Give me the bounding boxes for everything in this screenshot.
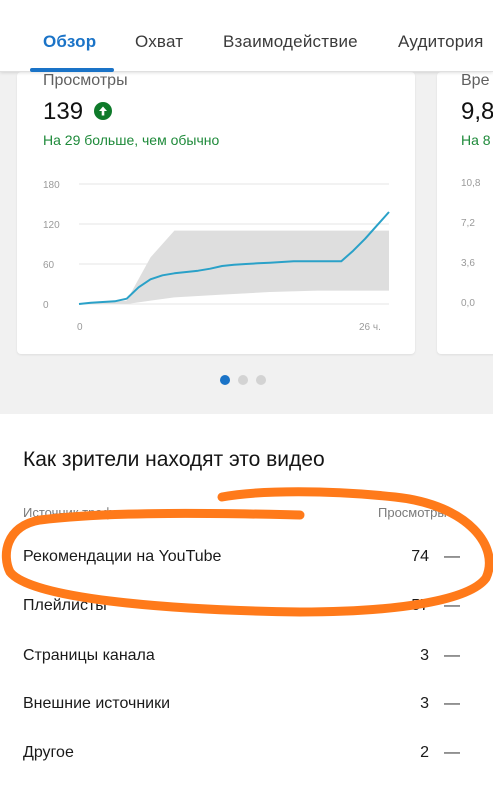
carousel-dot-active[interactable] bbox=[220, 375, 230, 385]
tab-reach[interactable]: Охват bbox=[135, 32, 183, 52]
traffic-source-value: 74 bbox=[411, 548, 429, 565]
traffic-source-value: 57 bbox=[411, 597, 429, 614]
watch-time-card[interactable]: Вре 9,8 На 8 10,8 7,2 3,6 0,0 bbox=[437, 72, 493, 354]
watch-time-tick: 10,8 bbox=[461, 178, 481, 189]
tab-bar: Обзор Охват Взаимодействие Аудитория bbox=[0, 0, 493, 72]
y-tick-label: 180 bbox=[43, 180, 60, 191]
views-card[interactable]: Просмотры 139 На 29 больше, чем обычно 1… bbox=[17, 72, 415, 354]
watch-time-note: На 8 bbox=[461, 132, 491, 148]
watch-time-title: Вре bbox=[461, 72, 490, 89]
watch-time-tick: 7,2 bbox=[461, 218, 475, 229]
traffic-source-label: Страницы канала bbox=[23, 647, 155, 664]
traffic-source-label: Другое bbox=[23, 744, 74, 761]
traffic-source-label: Плейлисты bbox=[23, 597, 107, 614]
column-header-views: Просмотры bbox=[378, 505, 447, 520]
traffic-row[interactable]: Другое 2 — bbox=[0, 736, 493, 776]
traffic-source-value: 2 bbox=[420, 744, 429, 761]
y-tick-label: 120 bbox=[43, 220, 60, 231]
trend-dash: — bbox=[444, 695, 460, 712]
tab-overview[interactable]: Обзор bbox=[43, 32, 96, 52]
trend-dash: — bbox=[444, 744, 460, 761]
x-tick-label: 0 bbox=[77, 322, 83, 333]
watch-time-value: 9,8 bbox=[461, 98, 493, 125]
traffic-row[interactable]: Плейлисты 57 — bbox=[0, 589, 493, 629]
section-title: Как зрители находят это видео bbox=[23, 448, 325, 471]
views-title: Просмотры bbox=[43, 72, 128, 89]
traffic-sources-section: Как зрители находят это видео Источник т… bbox=[0, 414, 493, 800]
trend-dash: — bbox=[444, 597, 460, 614]
y-tick-label: 60 bbox=[43, 260, 55, 271]
traffic-row[interactable]: Страницы канала 3 — bbox=[0, 639, 493, 679]
x-tick-label: 26 ч. bbox=[359, 322, 381, 333]
arrow-up-circle-icon bbox=[94, 102, 112, 120]
traffic-source-label: Внешние источники bbox=[23, 695, 171, 712]
metrics-carousel[interactable]: Просмотры 139 На 29 больше, чем обычно 1… bbox=[0, 72, 493, 414]
views-comparison-note: На 29 больше, чем обычно bbox=[43, 132, 220, 148]
y-tick-label: 0 bbox=[43, 300, 49, 311]
typical-range-band bbox=[79, 230, 389, 304]
watch-time-tick: 0,0 bbox=[461, 298, 475, 309]
views-chart: 180 120 60 0 0 26 ч. bbox=[43, 180, 390, 333]
traffic-row[interactable]: Рекомендации на YouTube 74 — bbox=[0, 540, 493, 580]
carousel-dot[interactable] bbox=[256, 375, 266, 385]
watch-time-tick: 3,6 bbox=[461, 258, 475, 269]
carousel-pagination bbox=[220, 375, 280, 385]
trend-dash: — bbox=[444, 647, 460, 664]
tab-engagement[interactable]: Взаимодействие bbox=[223, 32, 358, 52]
traffic-source-value: 3 bbox=[420, 695, 429, 712]
tab-audience[interactable]: Аудитория bbox=[398, 32, 484, 52]
carousel-dot[interactable] bbox=[238, 375, 248, 385]
traffic-row[interactable]: Внешние источники 3 — bbox=[0, 687, 493, 727]
watch-time-axis: 10,8 7,2 3,6 0,0 bbox=[461, 178, 481, 309]
active-tab-indicator bbox=[30, 68, 114, 72]
trend-dash: — bbox=[444, 548, 460, 565]
traffic-source-value: 3 bbox=[420, 647, 429, 664]
views-value: 139 bbox=[43, 98, 84, 125]
traffic-source-label: Рекомендации на YouTube bbox=[23, 548, 222, 565]
column-header-source: Источник трафика bbox=[23, 505, 134, 520]
